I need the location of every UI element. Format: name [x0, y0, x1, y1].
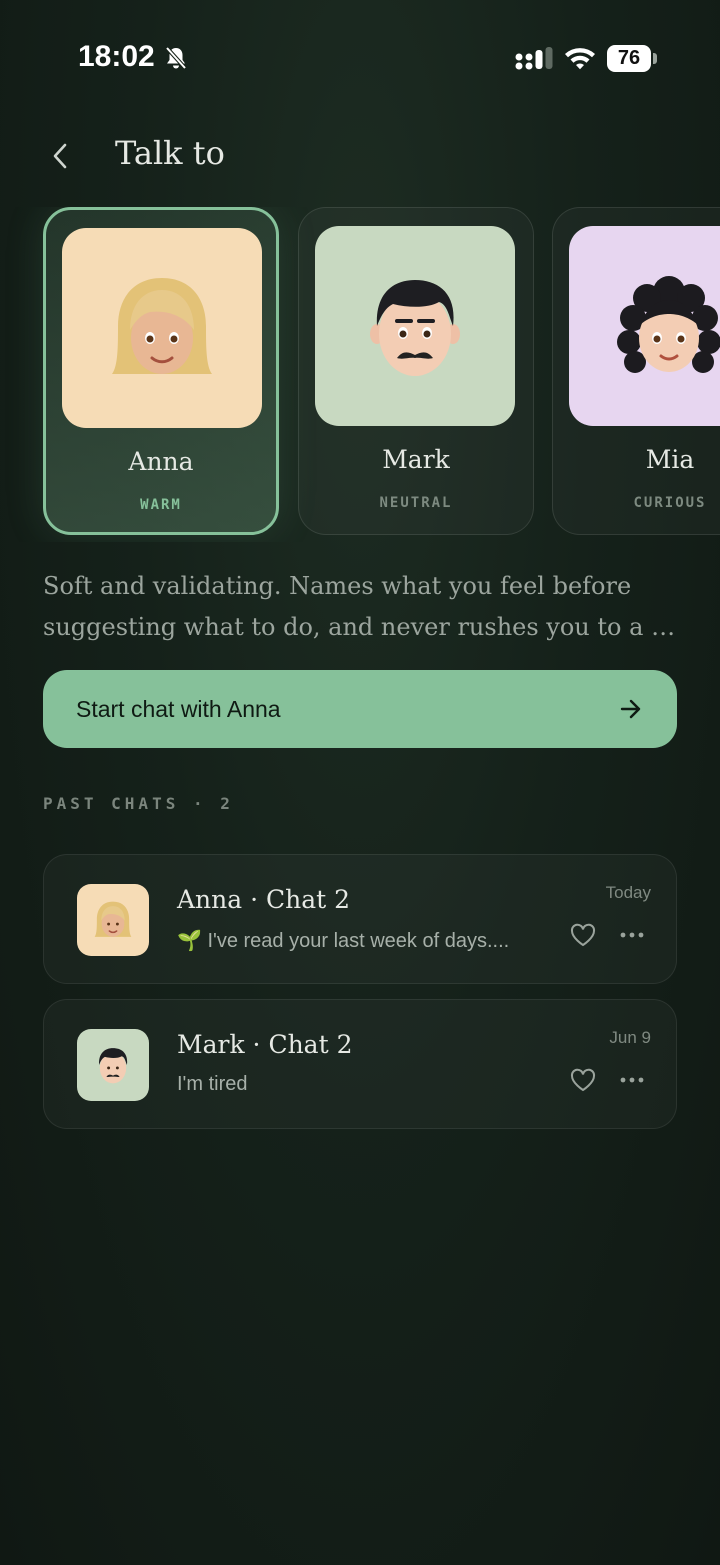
companion-name: Anna — [128, 447, 194, 476]
woman-curly-hair-emoji-icon — [617, 276, 720, 373]
arrow-right-icon — [620, 699, 641, 719]
companion-description: Soft and validating. Names what you feel… — [43, 566, 683, 648]
status-time: 18:02 — [78, 40, 155, 73]
more-options-icon[interactable] — [619, 1068, 645, 1092]
heart-icon[interactable] — [569, 1067, 597, 1093]
companion-card-anna[interactable]: Anna WARM — [43, 207, 279, 535]
battery-indicator: 76 — [607, 45, 657, 72]
chat-item-anna[interactable]: Anna · Chat 2 🌱 I've read your last week… — [43, 854, 677, 984]
avatar — [569, 226, 720, 426]
companion-tag: NEUTRAL — [379, 495, 453, 511]
chat-title: Anna · Chat 2 — [177, 885, 351, 914]
companion-name: Mia — [645, 445, 695, 474]
companion-tag: CURIOUS — [633, 495, 707, 511]
chat-date: Jun 9 — [609, 1028, 651, 1047]
battery-percentage: 76 — [617, 47, 641, 69]
companion-carousel[interactable]: Anna WARM Mark NEUTRAL Mia CURIOUS — [0, 207, 720, 542]
chevron-left-icon — [53, 143, 67, 169]
past-chats-heading: PAST CHATS · 2 — [43, 794, 234, 813]
chat-item-mark[interactable]: Mark · Chat 2 I'm tired Jun 9 — [43, 999, 677, 1129]
companion-card-mia[interactable]: Mia CURIOUS — [552, 207, 720, 535]
man-emoji-icon — [99, 1048, 128, 1084]
chat-preview: 🌱 I've read your last week of days.... — [177, 930, 510, 952]
companion-card-mark[interactable]: Mark NEUTRAL — [298, 207, 534, 535]
woman-blonde-emoji-icon — [94, 901, 132, 937]
avatar — [315, 226, 515, 426]
description-line: Soft and validating. Names what you feel… — [43, 572, 632, 600]
status-bar: 18:02 76 — [0, 0, 720, 118]
start-chat-label: Start chat with Anna — [76, 696, 281, 722]
bell-muted-icon — [165, 46, 187, 70]
chat-preview: I'm tired — [177, 1073, 248, 1095]
page-title: Talk to — [115, 134, 225, 172]
more-options-icon[interactable] — [619, 923, 645, 947]
wifi-icon — [565, 48, 595, 70]
avatar — [62, 228, 262, 428]
cellular-signal-icon — [515, 47, 553, 70]
chat-title: Mark · Chat 2 — [177, 1030, 353, 1059]
heart-icon[interactable] — [569, 922, 597, 948]
avatar — [77, 884, 149, 956]
companion-name: Mark — [382, 445, 450, 474]
chat-date: Today — [605, 883, 651, 902]
description-line: suggesting what to do, and never rushes … — [43, 613, 683, 641]
companion-tag: WARM — [140, 497, 182, 513]
woman-blonde-emoji-icon — [112, 278, 212, 374]
start-chat-button[interactable]: Start chat with Anna — [43, 670, 677, 748]
avatar — [77, 1029, 149, 1101]
back-button[interactable] — [40, 136, 80, 176]
man-emoji-icon — [370, 280, 460, 376]
